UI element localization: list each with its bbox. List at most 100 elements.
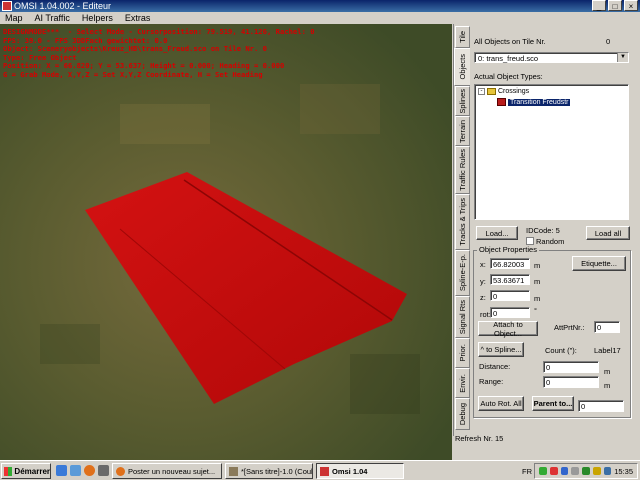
y-value: 53.63671 bbox=[493, 276, 525, 285]
tile-number: 0 bbox=[606, 37, 611, 46]
random-label: Random bbox=[536, 237, 565, 246]
chevron-down-icon[interactable]: ▼ bbox=[617, 53, 628, 62]
tab-tracks-trips[interactable]: Tracks & Trips bbox=[455, 194, 470, 250]
tab-prior[interactable]: Prior. bbox=[455, 338, 470, 368]
tab-debug[interactable]: Debug bbox=[455, 398, 470, 430]
objects-panel: All Objects on Tile Nr. 0 0: trans_freud… bbox=[455, 24, 640, 460]
distance-unit: m bbox=[604, 367, 611, 376]
scene-svg bbox=[0, 24, 452, 460]
tab-envir[interactable]: Envir. bbox=[455, 368, 470, 398]
random-checkbox[interactable] bbox=[526, 237, 534, 245]
x-label: x: bbox=[480, 260, 486, 269]
tray-security-icon[interactable] bbox=[582, 467, 590, 475]
tree-folder-crossings[interactable]: - Crossings bbox=[478, 88, 529, 95]
tab-tile[interactable]: Tile bbox=[455, 26, 470, 48]
label17: Label17 bbox=[594, 346, 621, 355]
menu-extras[interactable]: Extras bbox=[123, 12, 153, 24]
taskbar-item-gimp[interactable]: *[Sans titre]-1.0 (Couleu... bbox=[225, 463, 313, 479]
attach-to-object-button[interactable]: Attach to Object... bbox=[478, 320, 538, 338]
menu-helpers[interactable]: Helpers bbox=[80, 12, 115, 24]
tree-collapse-icon[interactable]: - bbox=[478, 88, 485, 95]
parent-input[interactable]: 0 bbox=[578, 400, 624, 412]
distance-label: Distance: bbox=[479, 362, 511, 371]
actual-types-label: Actual Object Types: bbox=[474, 72, 543, 81]
parent-value: 0 bbox=[581, 402, 586, 411]
taskbar-item-omsi[interactable]: Omsi 1.04 bbox=[316, 463, 404, 479]
tab-signal-routes[interactable]: Signal Rts bbox=[455, 296, 470, 338]
maximize-button[interactable]: □ bbox=[608, 0, 622, 11]
tray-antivirus-icon[interactable] bbox=[549, 467, 558, 475]
close-button[interactable]: × bbox=[624, 0, 638, 11]
tree-folder-label: Crossings bbox=[498, 88, 530, 95]
menu-ai-traffic[interactable]: AI Traffic bbox=[33, 12, 72, 24]
load-button[interactable]: Load... bbox=[476, 226, 518, 240]
firefox-icon[interactable] bbox=[84, 465, 95, 476]
media-icon[interactable] bbox=[98, 465, 109, 476]
start-button[interactable]: Démarrer bbox=[1, 463, 51, 479]
tab-spline-ep[interactable]: Spline-E-p. bbox=[455, 250, 470, 296]
menu-bar: Map AI Traffic Helpers Extras bbox=[0, 12, 640, 24]
tab-splines[interactable]: Splines bbox=[455, 86, 470, 116]
range-input[interactable]: 0 bbox=[543, 376, 599, 388]
rotation-unit: ° bbox=[534, 306, 537, 315]
clock: 15:35 bbox=[614, 466, 634, 476]
taskbar: Démarrer Poster un nouveau sujet... *[Sa… bbox=[0, 460, 640, 480]
att-prt-label: AttPrtNr.: bbox=[554, 323, 585, 332]
x-value: 66.82003 bbox=[493, 260, 525, 269]
3d-viewport[interactable]: DESIGNMODE*** - Select Mode - Cursorposi… bbox=[0, 24, 452, 460]
object-types-tree[interactable]: - Crossings Transition Freudstr bbox=[474, 84, 629, 220]
start-label: Démarrer bbox=[14, 466, 50, 476]
x-coordinate-input[interactable]: 66.82003 bbox=[490, 258, 530, 269]
minimize-button[interactable]: _ bbox=[592, 0, 606, 11]
parent-to-button[interactable]: Parent to... bbox=[532, 396, 574, 411]
z-coordinate-input[interactable]: 0 bbox=[490, 290, 530, 301]
taskbar-item-forum[interactable]: Poster un nouveau sujet... bbox=[112, 463, 222, 479]
att-prt-input[interactable]: 0 bbox=[594, 321, 620, 333]
y-coordinate-input[interactable]: 53.63671 bbox=[490, 274, 530, 285]
z-label: z: bbox=[480, 293, 486, 302]
title-bar: OMSI 1.04.002 - Editeur _ □ × bbox=[0, 0, 640, 12]
distance-value: 0 bbox=[546, 363, 551, 372]
distance-input[interactable]: 0 bbox=[543, 361, 599, 373]
folder-open-icon bbox=[487, 88, 496, 95]
tab-objects[interactable]: Objects bbox=[454, 48, 471, 86]
tree-item-label: Transition Freudstr bbox=[508, 98, 571, 106]
to-spline-button[interactable]: ^ to Spline... bbox=[478, 342, 524, 357]
menu-map[interactable]: Map bbox=[3, 12, 25, 24]
overlay-line: G = Grab Mode, X,Y,Z = Set X,Y,Z Coordin… bbox=[3, 69, 263, 79]
y-unit: m bbox=[534, 277, 541, 286]
refresh-label: Refresh Nr. 15 bbox=[455, 434, 504, 443]
rotation-input[interactable]: 0 bbox=[490, 307, 530, 318]
auto-rot-all-button[interactable]: Auto Rot. All bbox=[478, 396, 524, 411]
tab-traffic-rules[interactable]: Traffic Rules bbox=[455, 146, 470, 194]
z-unit: m bbox=[534, 294, 541, 303]
tray-monitor-icon[interactable] bbox=[571, 467, 579, 475]
att-prt-value: 0 bbox=[597, 323, 602, 332]
tree-item-transition[interactable]: Transition Freudstr bbox=[497, 98, 571, 106]
etiquette-button[interactable]: Etiquette... bbox=[572, 256, 626, 271]
count-label: Count ("): bbox=[545, 346, 577, 355]
gimp-icon bbox=[229, 466, 238, 476]
language-indicator[interactable]: FR bbox=[522, 467, 532, 476]
tab-terrain[interactable]: Terrain bbox=[455, 116, 470, 146]
object-select-value: 0: trans_freud.sco bbox=[478, 54, 539, 63]
idcode-label: IDCode: 5 bbox=[526, 226, 560, 235]
tray-network-icon[interactable] bbox=[560, 467, 569, 475]
z-value: 0 bbox=[493, 292, 498, 301]
x-unit: m bbox=[534, 261, 541, 270]
tray-misc-icon[interactable] bbox=[603, 467, 612, 475]
window-controls: _ □ × bbox=[592, 0, 638, 11]
object-select[interactable]: 0: trans_freud.sco ▼ bbox=[474, 52, 629, 63]
firefox-icon bbox=[116, 466, 125, 476]
windows-logo-icon bbox=[4, 466, 13, 476]
internet-explorer-icon[interactable] bbox=[70, 465, 81, 476]
all-objects-label: All Objects on Tile Nr. bbox=[474, 37, 546, 46]
show-desktop-icon[interactable] bbox=[56, 465, 67, 476]
editor-tabs: Tile Objects Splines Terrain Traffic Rul… bbox=[453, 24, 471, 436]
system-tray: 15:35 bbox=[534, 463, 638, 479]
omsi-app-icon bbox=[320, 466, 329, 476]
scenery-object-icon bbox=[497, 98, 506, 106]
tray-app-icon[interactable] bbox=[539, 467, 547, 475]
tray-speaker-icon[interactable] bbox=[592, 467, 601, 475]
load-all-button[interactable]: Load all bbox=[586, 226, 630, 240]
